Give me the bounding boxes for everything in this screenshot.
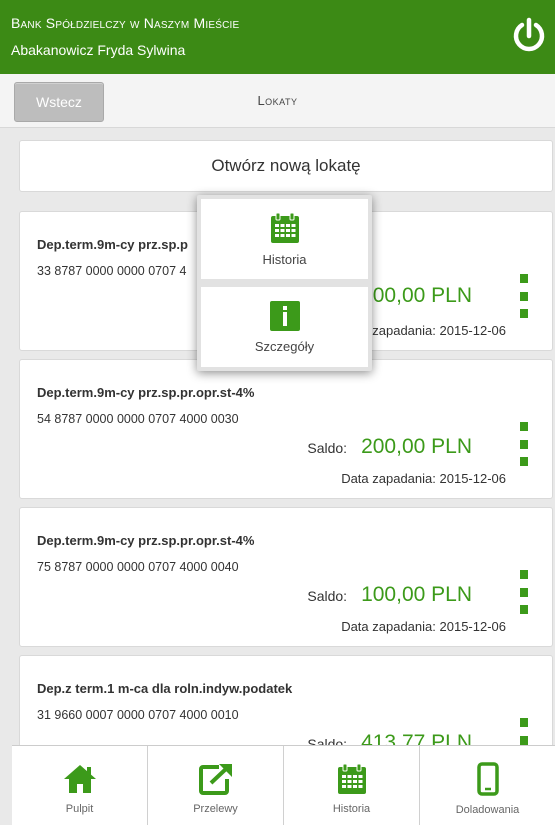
- nav-label: Przelewy: [193, 802, 238, 815]
- bank-name: Bank Spółdzielczy w Naszym Mieście: [11, 15, 240, 31]
- page-title: Lokaty: [257, 93, 298, 108]
- user-name: Abakanowicz Fryda Sylwina: [11, 42, 186, 58]
- info-icon: [269, 300, 300, 331]
- deposit-menu-button[interactable]: [520, 274, 530, 318]
- open-deposit-button[interactable]: Otwórz nową lokatę: [19, 140, 553, 192]
- title-bar: Wstecz Lokaty: [0, 74, 555, 128]
- calendar-icon: [270, 212, 299, 243]
- phone-icon: [476, 761, 499, 796]
- deposit-name: Dep.z term.1 m-ca dla roln.indyw.podatek: [37, 681, 293, 696]
- deposit-name: Dep.term.9m-cy prz.sp.pr.opr.st-4%: [37, 385, 255, 400]
- deposit-due-label: Data zapadania:: [341, 471, 436, 486]
- deposit-account-number: 31 9660 0007 0000 0707 4000 0010: [37, 708, 239, 722]
- app-header: Bank Spółdzielczy w Naszym Mieście Abaka…: [0, 0, 555, 74]
- power-icon: [513, 17, 545, 52]
- deposit-balance-label: Saldo:: [307, 588, 348, 604]
- menu-item-details[interactable]: Szczegóły: [201, 287, 368, 367]
- nav-label: Pulpit: [65, 802, 94, 815]
- bottom-navigation: Pulpit Przelewy Historia Doladowania: [12, 745, 555, 825]
- deposit-due-label: zapadania:: [372, 323, 436, 338]
- deposit-account-number: 54 8787 0000 0000 0707 4000 0030: [37, 412, 239, 426]
- deposit-card[interactable]: Dep.term.9m-cy prz.sp.pr.opr.st-4% 75 87…: [19, 507, 553, 647]
- logout-button[interactable]: [503, 7, 555, 65]
- nav-item-historia[interactable]: Historia: [284, 746, 420, 825]
- deposit-account-number: 33 8787 0000 0000 0707 4: [37, 264, 187, 278]
- transfer-icon: [198, 763, 232, 795]
- deposit-due-date: 2015-12-06: [439, 619, 507, 634]
- deposit-account-number: 75 8787 0000 0000 0707 4000 0040: [37, 560, 239, 574]
- deposit-due-date: 2015-12-06: [439, 471, 507, 486]
- deposit-due-label: Data zapadania:: [341, 619, 436, 634]
- deposit-balance: 00,00 PLN: [372, 284, 472, 307]
- home-icon: [63, 764, 96, 793]
- deposit-card[interactable]: Dep.term.9m-cy prz.sp.pr.opr.st-4% 54 87…: [19, 359, 553, 499]
- nav-item-przelewy[interactable]: Przelewy: [148, 746, 284, 825]
- nav-item-pulpit[interactable]: Pulpit: [12, 746, 148, 825]
- menu-item-history[interactable]: Historia: [201, 199, 368, 279]
- menu-item-label: Historia: [262, 251, 307, 267]
- deposit-menu-button[interactable]: [520, 422, 530, 466]
- deposit-name: Dep.term.9m-cy prz.sp.p: [37, 237, 188, 252]
- deposit-balance: 100,00 PLN: [361, 583, 472, 606]
- nav-item-doladowania[interactable]: Doladowania: [420, 746, 555, 825]
- deposit-balance: 200,00 PLN: [361, 435, 472, 458]
- deposit-due-date: 2015-12-06: [439, 323, 507, 338]
- deposit-name: Dep.term.9m-cy prz.sp.pr.opr.st-4%: [37, 533, 255, 548]
- deposit-context-menu: Historia Szczegóły: [197, 195, 372, 371]
- deposit-menu-button[interactable]: [520, 570, 530, 614]
- deposit-balance-label: Saldo:: [307, 440, 348, 456]
- menu-item-label: Szczegóły: [254, 338, 315, 354]
- nav-label: Historia: [332, 802, 371, 815]
- calendar-icon: [337, 763, 366, 794]
- nav-label: Doladowania: [455, 803, 520, 816]
